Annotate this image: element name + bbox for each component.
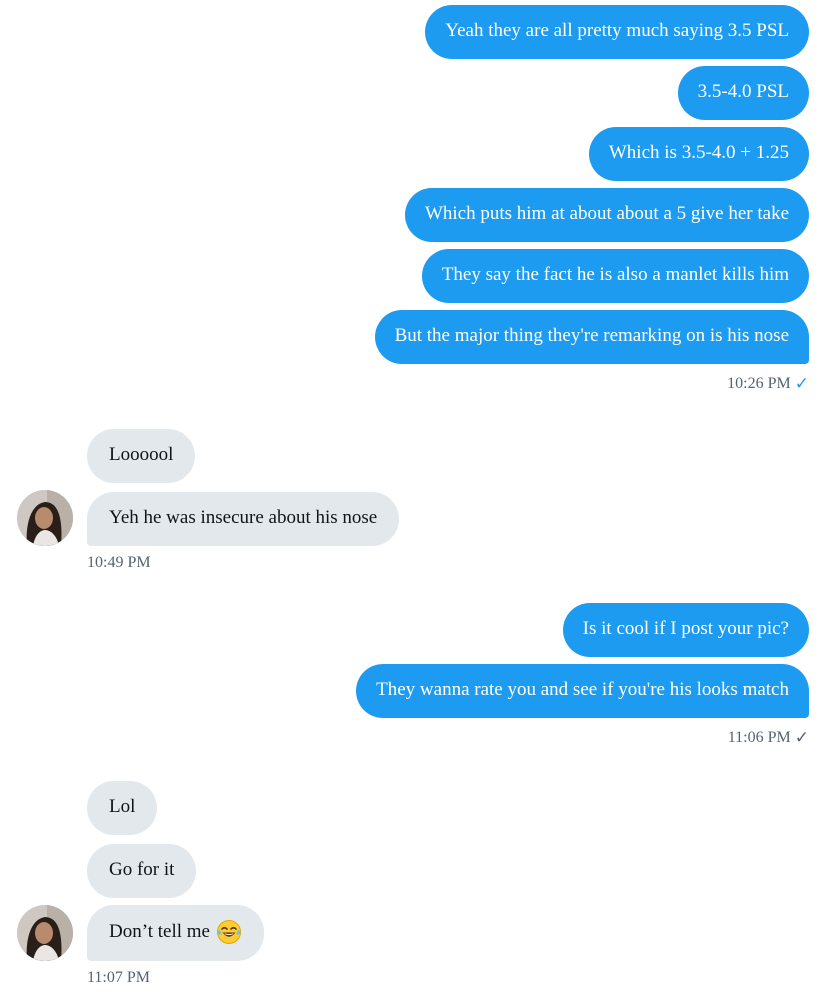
sent-message-bubble[interactable]: Yeah they are all pretty much saying 3.5… bbox=[425, 5, 809, 59]
read-check-icon: ✓ bbox=[794, 374, 809, 394]
sent-message-bubble[interactable]: But the major thing they're remarking on… bbox=[374, 310, 809, 364]
avatar-image bbox=[17, 905, 73, 961]
sent-message-bubble[interactable]: Which puts him at about about a 5 give h… bbox=[404, 188, 809, 242]
received-message-bubble[interactable]: Yeh he was insecure about his nose bbox=[87, 492, 400, 546]
message-text: Don’t tell me bbox=[109, 921, 210, 942]
received-message-group: Lol Go for it Don’t tell me 11:07 PM bbox=[17, 779, 264, 987]
avatar-placeholder bbox=[17, 842, 73, 898]
user-avatar[interactable] bbox=[17, 490, 73, 546]
received-message-bubble[interactable]: Loooool bbox=[87, 429, 196, 483]
message-meta: 10:26 PM ✓ bbox=[727, 375, 809, 393]
received-message-row: Yeh he was insecure about his nose bbox=[17, 490, 400, 553]
message-meta: 11:06 PM ✓ bbox=[728, 729, 809, 747]
avatar-placeholder bbox=[17, 427, 73, 483]
received-message-row: Loooool bbox=[17, 427, 399, 490]
message-timestamp: 10:49 PM bbox=[87, 554, 151, 571]
sent-message-group: Yeah they are all pretty much saying 3.5… bbox=[374, 5, 809, 393]
received-message-group: Loooool Yeh he was insecure about his no… bbox=[17, 427, 400, 572]
message-timestamp: 10:26 PM bbox=[727, 375, 791, 392]
received-message-row: Don’t tell me bbox=[17, 905, 264, 968]
received-message-bubble[interactable]: Go for it bbox=[87, 844, 197, 898]
avatar-slot bbox=[17, 905, 73, 961]
received-message-bubble[interactable]: Don’t tell me bbox=[87, 905, 264, 961]
avatar-placeholder bbox=[17, 779, 73, 835]
received-message-bubble[interactable]: Lol bbox=[87, 781, 158, 835]
avatar-image bbox=[17, 490, 73, 546]
message-timestamp: 11:06 PM bbox=[727, 729, 791, 746]
sent-check-icon: ✓ bbox=[794, 728, 809, 748]
avatar-slot bbox=[17, 490, 73, 546]
user-avatar[interactable] bbox=[17, 905, 73, 961]
sent-message-bubble[interactable]: They say the fact he is also a manlet ki… bbox=[421, 249, 809, 303]
message-thread: Yeah they are all pretty much saying 3.5… bbox=[0, 0, 827, 1000]
sent-message-group: Is it cool if I post your pic? They wann… bbox=[356, 603, 809, 747]
message-timestamp: 11:07 PM bbox=[87, 969, 150, 986]
sent-message-bubble[interactable]: Which is 3.5-4.0 + 1.25 bbox=[588, 127, 809, 181]
sent-message-bubble[interactable]: 3.5-4.0 PSL bbox=[677, 66, 809, 120]
received-message-row: Lol bbox=[17, 779, 264, 842]
sent-message-bubble[interactable]: They wanna rate you and see if you're hi… bbox=[356, 664, 809, 718]
received-message-row: Go for it bbox=[17, 842, 264, 905]
tears-of-joy-emoji bbox=[216, 920, 241, 944]
sent-message-bubble[interactable]: Is it cool if I post your pic? bbox=[562, 603, 809, 657]
